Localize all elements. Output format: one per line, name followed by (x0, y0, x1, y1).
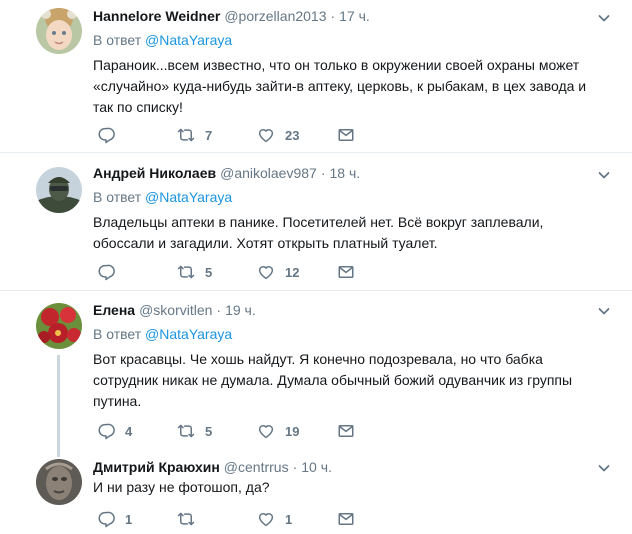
reply-icon (97, 510, 115, 528)
soldier-photo-avatar[interactable] (36, 167, 82, 213)
envelope-icon (337, 422, 355, 440)
reply-count: 1 (125, 511, 133, 527)
reply-context: В ответ @NataYaraya (93, 29, 606, 51)
author-name[interactable]: Елена (93, 300, 135, 320)
reply-context: В ответ @NataYaraya (93, 186, 606, 208)
reply-icon (97, 263, 115, 281)
like-count: 23 (285, 127, 300, 143)
author-name[interactable]: Дмитрий Краюхин (93, 457, 220, 477)
envelope-icon (337, 263, 355, 281)
tweet-header: Дмитрий Краюхин @centrrus · 10 ч. (93, 457, 606, 477)
envelope-icon (337, 126, 355, 144)
reply-count: 4 (125, 423, 133, 439)
heart-icon (257, 126, 275, 144)
retweet-icon (177, 510, 195, 528)
message-button[interactable] (337, 422, 417, 440)
author-name[interactable]: Андрей Николаев (93, 163, 216, 183)
author-name[interactable]: Hannelore Weidner (93, 6, 220, 26)
heart-icon (257, 510, 275, 528)
retweet-count: 5 (205, 264, 213, 280)
separator-dot: · (292, 459, 298, 475)
reply-context: В ответ @NataYaraya (93, 323, 606, 345)
reply-button[interactable] (97, 126, 177, 144)
tweet-text: Владельцы аптеки в панике. Посетителей н… (93, 214, 544, 251)
retweet-button[interactable]: 5 (177, 263, 257, 281)
tweet-text: И ни разу не фотошоп, да? (93, 479, 270, 495)
reply-button[interactable] (97, 263, 177, 281)
message-button[interactable] (337, 126, 417, 144)
tweet[interactable]: Андрей Николаев @anikolaev987 · 18 ч. В … (0, 153, 632, 291)
child-photo-avatar[interactable] (36, 8, 82, 54)
author-handle[interactable]: @centrrus (224, 457, 289, 477)
separator-dot: · (216, 302, 222, 318)
heart-icon (257, 422, 275, 440)
message-button[interactable] (337, 510, 417, 528)
author-handle[interactable]: @anikolaev987 (220, 163, 317, 183)
tweet-text: Вот красавцы. Че хошь найдут. Я конечно … (93, 351, 573, 409)
author-handle[interactable]: @skorvitlen (139, 300, 212, 320)
author-handle[interactable]: @porzellan2013 (224, 6, 326, 26)
timestamp[interactable]: 17 ч. (339, 6, 370, 26)
retweet-button[interactable]: 7 (177, 126, 257, 144)
tweet-text: Параноик...всем известно, что он только … (93, 57, 587, 115)
flowers-photo-avatar[interactable] (36, 303, 82, 349)
like-count: 19 (285, 423, 300, 439)
message-button[interactable] (337, 263, 417, 281)
sculpture-photo-avatar[interactable] (36, 459, 82, 505)
retweet-icon (177, 422, 195, 440)
reply-button[interactable]: 4 (97, 422, 177, 440)
timestamp[interactable]: 10 ч. (301, 457, 332, 477)
tweet-header: Елена @skorvitlen · 19 ч. (93, 300, 606, 320)
reply-to-link[interactable]: @NataYaraya (145, 32, 232, 48)
like-button[interactable]: 1 (257, 510, 337, 528)
reply-prefix: В ответ (93, 326, 142, 342)
thread-line (57, 451, 60, 457)
heart-icon (257, 263, 275, 281)
tweet-header: Hannelore Weidner @porzellan2013 · 17 ч. (93, 6, 606, 26)
like-button[interactable]: 23 (257, 126, 337, 144)
like-button[interactable]: 19 (257, 422, 337, 440)
timestamp[interactable]: 18 ч. (330, 163, 361, 183)
reply-to-link[interactable]: @NataYaraya (145, 326, 232, 342)
reply-to-link[interactable]: @NataYaraya (145, 189, 232, 205)
retweet-count: 5 (205, 423, 213, 439)
retweet-count: 7 (205, 127, 213, 143)
reply-icon (97, 126, 115, 144)
retweet-icon (177, 263, 195, 281)
like-count: 1 (285, 511, 293, 527)
separator-dot: · (330, 8, 336, 24)
reply-icon (97, 422, 115, 440)
tweet[interactable]: Дмитрий Краюхин @centrrus · 10 ч. И ни р… (0, 451, 632, 534)
like-button[interactable]: 12 (257, 263, 337, 281)
timestamp[interactable]: 19 ч. (225, 300, 256, 320)
tweet[interactable]: Hannelore Weidner @porzellan2013 · 17 ч.… (0, 0, 632, 153)
retweet-icon (177, 126, 195, 144)
tweet-header: Андрей Николаев @anikolaev987 · 18 ч. (93, 163, 606, 183)
like-count: 12 (285, 264, 300, 280)
retweet-button[interactable]: 5 (177, 422, 257, 440)
separator-dot: · (320, 165, 326, 181)
thread-line (57, 355, 60, 451)
reply-prefix: В ответ (93, 189, 142, 205)
tweet[interactable]: Елена @skorvitlen · 19 ч. В ответ @NataY… (0, 291, 632, 451)
reply-button[interactable]: 1 (97, 510, 177, 528)
envelope-icon (337, 510, 355, 528)
retweet-button[interactable] (177, 510, 257, 528)
reply-prefix: В ответ (93, 32, 142, 48)
